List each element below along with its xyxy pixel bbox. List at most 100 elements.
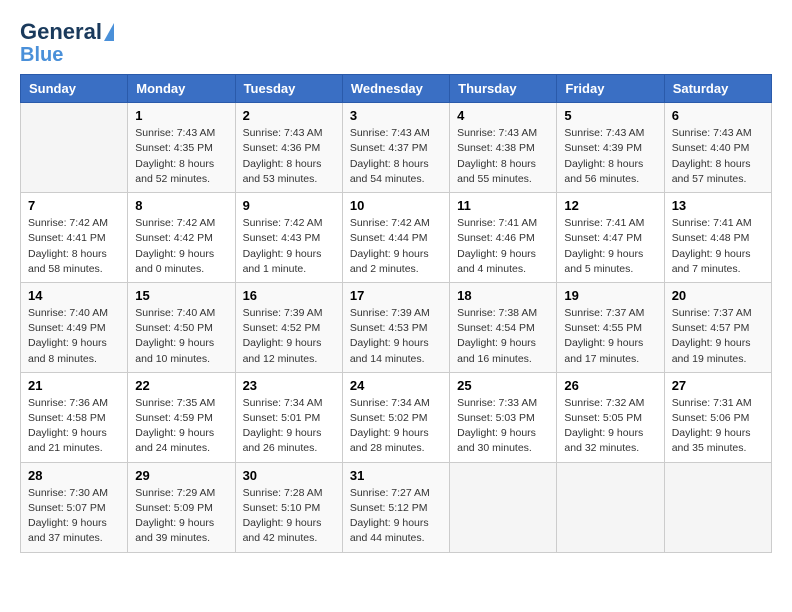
calendar-cell: 18 Sunrise: 7:38 AMSunset: 4:54 PMDayligh… [450, 282, 557, 372]
day-number: 24 [350, 378, 442, 393]
page-header: General Blue [20, 20, 772, 66]
weekday-header: Wednesday [342, 75, 449, 103]
day-info: Sunrise: 7:39 AMSunset: 4:52 PMDaylight:… [243, 306, 335, 367]
day-number: 15 [135, 288, 227, 303]
day-number: 14 [28, 288, 120, 303]
day-info: Sunrise: 7:39 AMSunset: 4:53 PMDaylight:… [350, 306, 442, 367]
day-number: 3 [350, 108, 442, 123]
day-number: 12 [564, 198, 656, 213]
calendar-cell: 28 Sunrise: 7:30 AMSunset: 5:07 PMDayligh… [21, 462, 128, 552]
day-info: Sunrise: 7:43 AMSunset: 4:35 PMDaylight:… [135, 126, 227, 187]
day-info: Sunrise: 7:34 AMSunset: 5:02 PMDaylight:… [350, 396, 442, 457]
day-number: 22 [135, 378, 227, 393]
day-info: Sunrise: 7:33 AMSunset: 5:03 PMDaylight:… [457, 396, 549, 457]
calendar-cell: 19 Sunrise: 7:37 AMSunset: 4:55 PMDayligh… [557, 282, 664, 372]
day-info: Sunrise: 7:29 AMSunset: 5:09 PMDaylight:… [135, 486, 227, 547]
calendar-cell: 23Sunrise: 7:34 AMSunset: 5:01 PMDayligh… [235, 372, 342, 462]
day-info: Sunrise: 7:27 AMSunset: 5:12 PMDaylight:… [350, 486, 442, 547]
day-number: 30 [243, 468, 335, 483]
day-number: 13 [672, 198, 764, 213]
calendar-cell: 30 Sunrise: 7:28 AMSunset: 5:10 PMDayligh… [235, 462, 342, 552]
weekday-header: Monday [128, 75, 235, 103]
day-info: Sunrise: 7:41 AMSunset: 4:46 PMDaylight:… [457, 216, 549, 277]
day-number: 7 [28, 198, 120, 213]
calendar-cell: 10 Sunrise: 7:42 AMSunset: 4:44 PMDayligh… [342, 193, 449, 283]
day-info: Sunrise: 7:38 AMSunset: 4:54 PMDaylight:… [457, 306, 549, 367]
logo: General Blue [20, 20, 114, 66]
weekday-header: Sunday [21, 75, 128, 103]
day-number: 9 [243, 198, 335, 213]
calendar-cell: 6 Sunrise: 7:43 AMSunset: 4:40 PMDaylight… [664, 103, 771, 193]
day-number: 1 [135, 108, 227, 123]
calendar-cell: 9 Sunrise: 7:42 AMSunset: 4:43 PMDaylight… [235, 193, 342, 283]
calendar-cell: 2 Sunrise: 7:43 AMSunset: 4:36 PMDaylight… [235, 103, 342, 193]
calendar-cell: 27Sunrise: 7:31 AMSunset: 5:06 PMDayligh… [664, 372, 771, 462]
day-info: Sunrise: 7:42 AMSunset: 4:41 PMDaylight:… [28, 216, 120, 277]
calendar-cell: 11 Sunrise: 7:41 AMSunset: 4:46 PMDayligh… [450, 193, 557, 283]
day-number: 26 [564, 378, 656, 393]
day-number: 8 [135, 198, 227, 213]
calendar-table: SundayMondayTuesdayWednesdayThursdayFrid… [20, 74, 772, 552]
day-number: 16 [243, 288, 335, 303]
day-number: 21 [28, 378, 120, 393]
day-number: 31 [350, 468, 442, 483]
calendar-cell: 3 Sunrise: 7:43 AMSunset: 4:37 PMDaylight… [342, 103, 449, 193]
day-info: Sunrise: 7:42 AMSunset: 4:44 PMDaylight:… [350, 216, 442, 277]
day-info: Sunrise: 7:30 AMSunset: 5:07 PMDaylight:… [28, 486, 120, 547]
calendar-cell: 4 Sunrise: 7:43 AMSunset: 4:38 PMDaylight… [450, 103, 557, 193]
day-number: 5 [564, 108, 656, 123]
calendar-cell [664, 462, 771, 552]
day-info: Sunrise: 7:41 AMSunset: 4:47 PMDaylight:… [564, 216, 656, 277]
calendar-cell: 17 Sunrise: 7:39 AMSunset: 4:53 PMDayligh… [342, 282, 449, 372]
calendar-cell: 1 Sunrise: 7:43 AMSunset: 4:35 PMDaylight… [128, 103, 235, 193]
calendar-cell: 5 Sunrise: 7:43 AMSunset: 4:39 PMDaylight… [557, 103, 664, 193]
calendar-cell: 25 Sunrise: 7:33 AMSunset: 5:03 PMDayligh… [450, 372, 557, 462]
day-number: 20 [672, 288, 764, 303]
calendar-cell: 26 Sunrise: 7:32 AMSunset: 5:05 PMDayligh… [557, 372, 664, 462]
day-info: Sunrise: 7:31 AMSunset: 5:06 PMDaylight:… [672, 396, 764, 457]
day-number: 10 [350, 198, 442, 213]
day-number: 4 [457, 108, 549, 123]
day-info: Sunrise: 7:32 AMSunset: 5:05 PMDaylight:… [564, 396, 656, 457]
calendar-cell: 12 Sunrise: 7:41 AMSunset: 4:47 PMDayligh… [557, 193, 664, 283]
calendar-cell: 14 Sunrise: 7:40 AMSunset: 4:49 PMDayligh… [21, 282, 128, 372]
day-info: Sunrise: 7:35 AMSunset: 4:59 PMDaylight:… [135, 396, 227, 457]
weekday-header: Saturday [664, 75, 771, 103]
day-info: Sunrise: 7:42 AMSunset: 4:43 PMDaylight:… [243, 216, 335, 277]
day-info: Sunrise: 7:41 AMSunset: 4:48 PMDaylight:… [672, 216, 764, 277]
day-info: Sunrise: 7:37 AMSunset: 4:57 PMDaylight:… [672, 306, 764, 367]
day-number: 11 [457, 198, 549, 213]
day-info: Sunrise: 7:43 AMSunset: 4:37 PMDaylight:… [350, 126, 442, 187]
calendar-cell: 31 Sunrise: 7:27 AMSunset: 5:12 PMDayligh… [342, 462, 449, 552]
day-number: 2 [243, 108, 335, 123]
calendar-cell: 13 Sunrise: 7:41 AMSunset: 4:48 PMDayligh… [664, 193, 771, 283]
day-info: Sunrise: 7:40 AMSunset: 4:49 PMDaylight:… [28, 306, 120, 367]
day-number: 25 [457, 378, 549, 393]
day-info: Sunrise: 7:42 AMSunset: 4:42 PMDaylight:… [135, 216, 227, 277]
calendar-cell [557, 462, 664, 552]
day-info: Sunrise: 7:43 AMSunset: 4:40 PMDaylight:… [672, 126, 764, 187]
day-info: Sunrise: 7:43 AMSunset: 4:36 PMDaylight:… [243, 126, 335, 187]
calendar-cell: 24 Sunrise: 7:34 AMSunset: 5:02 PMDayligh… [342, 372, 449, 462]
day-info: Sunrise: 7:43 AMSunset: 4:38 PMDaylight:… [457, 126, 549, 187]
day-info: Sunrise: 7:43 AMSunset: 4:39 PMDaylight:… [564, 126, 656, 187]
day-number: 18 [457, 288, 549, 303]
weekday-header: Thursday [450, 75, 557, 103]
calendar-cell: 16 Sunrise: 7:39 AMSunset: 4:52 PMDayligh… [235, 282, 342, 372]
calendar-cell [450, 462, 557, 552]
calendar-cell: 20 Sunrise: 7:37 AMSunset: 4:57 PMDayligh… [664, 282, 771, 372]
day-info: Sunrise: 7:37 AMSunset: 4:55 PMDaylight:… [564, 306, 656, 367]
calendar-cell: 21 Sunrise: 7:36 AMSunset: 4:58 PMDayligh… [21, 372, 128, 462]
day-number: 28 [28, 468, 120, 483]
logo-text-general: General [20, 20, 102, 44]
day-number: 17 [350, 288, 442, 303]
day-number: 6 [672, 108, 764, 123]
day-number: 19 [564, 288, 656, 303]
weekday-header: Friday [557, 75, 664, 103]
calendar-cell: 22 Sunrise: 7:35 AMSunset: 4:59 PMDayligh… [128, 372, 235, 462]
day-info: Sunrise: 7:34 AMSunset: 5:01 PMDaylight:… [243, 396, 335, 457]
day-info: Sunrise: 7:36 AMSunset: 4:58 PMDaylight:… [28, 396, 120, 457]
day-info: Sunrise: 7:28 AMSunset: 5:10 PMDaylight:… [243, 486, 335, 547]
calendar-cell: 29Sunrise: 7:29 AMSunset: 5:09 PMDayligh… [128, 462, 235, 552]
calendar-cell: 7 Sunrise: 7:42 AMSunset: 4:41 PMDaylight… [21, 193, 128, 283]
